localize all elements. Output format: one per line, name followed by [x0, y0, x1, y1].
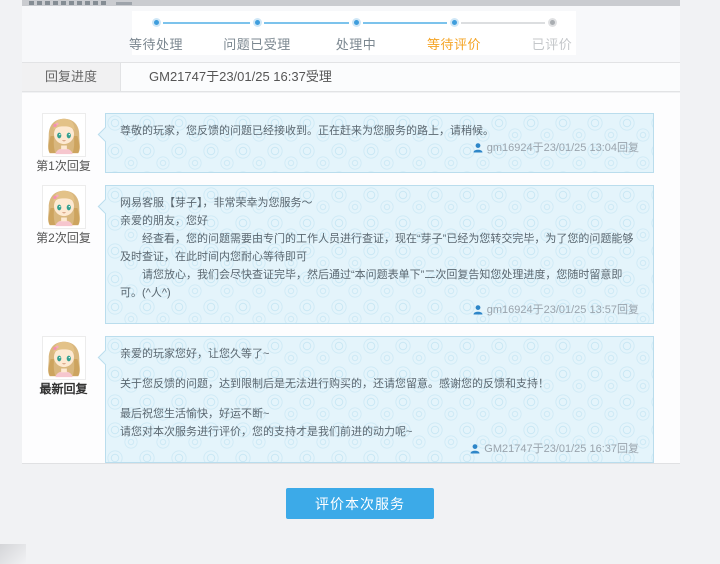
status-stepper-section: 等待处理 问题已受理 处理中 等待评价 已评价: [22, 6, 680, 63]
user-icon: [470, 444, 480, 454]
step-label: 处理中: [335, 37, 377, 52]
step-label: 已评价: [531, 37, 573, 52]
reply-sequence-label: 最新回复: [39, 382, 88, 396]
stepper-step: 已评价: [507, 18, 597, 53]
reply-list: 第1次回复 尊敬的玩家，您反馈的问题已经接收到。正在赶来为您服务的路上，请稍候。…: [22, 113, 680, 463]
reply-bubble: 网易客服【芽子】，非常荣幸为您服务～ 亲爱的朋友，您好 经查看，您的问题需要由专门…: [97, 185, 654, 324]
avatar-girl-icon: [42, 186, 85, 228]
step-dot-icon: [252, 18, 262, 27]
step-label: 等待评价: [426, 37, 481, 52]
reply-timestamp-text: GM21747于23/01/25 16:37回复: [484, 443, 639, 455]
message-line: 亲爱的玩家您好，让您久等了~: [120, 348, 270, 360]
step-dot-icon: [151, 18, 161, 27]
status-stepper: 等待处理 问题已受理 处理中 等待评价 已评价: [129, 11, 576, 55]
evaluate-service-button[interactable]: 评价本次服务: [286, 488, 434, 519]
message-line: [120, 363, 639, 375]
reply-timestamp: gm16924于23/01/25 13:57回复: [120, 302, 639, 318]
reply-side: 第1次回复: [22, 113, 105, 173]
customer-service-avatar: [41, 113, 86, 157]
reply-item: 最新回复 亲爱的玩家您好，让您久等了~ 关于您反馈的问题，达到限制后是无法进行购买…: [22, 336, 654, 463]
user-icon: [473, 143, 483, 153]
step-dot-icon: [547, 18, 557, 27]
reply-side: 第2次回复: [22, 185, 105, 324]
customer-service-avatar: [41, 336, 86, 380]
clipped-header-text: [116, 2, 132, 5]
reply-timestamp-text: gm16924于23/01/25 13:04回复: [486, 142, 639, 154]
reply-message: 亲爱的玩家您好，让您久等了~ 关于您反馈的问题，达到限制后是无法进行购买的，还请您…: [120, 345, 639, 441]
reply-item: 第1次回复 尊敬的玩家，您反馈的问题已经接收到。正在赶来为您服务的路上，请稍候。…: [22, 113, 654, 173]
message-line: 关于您反馈的问题，达到限制后是无法进行购买的，还请您留意。感谢您的反馈和支持！: [120, 378, 549, 390]
step-dot-icon: [449, 18, 459, 27]
message-line: 请您对本次服务进行评价，您的支持才是我们前进的动力呢~: [120, 426, 413, 438]
reply-sequence-label: 第2次回复: [36, 231, 91, 245]
reply-side: 最新回复: [22, 336, 105, 463]
reply-message: 网易客服【芽子】，非常荣幸为您服务～ 亲爱的朋友，您好 经查看，您的问题需要由专门…: [120, 194, 639, 302]
message-line: 尊敬的玩家，您反馈的问题已经接收到。正在赶来为您服务的路上，请稍候。: [120, 125, 494, 137]
reply-timestamp: gm16924于23/01/25 13:04回复: [120, 140, 639, 156]
customer-service-avatar: [41, 185, 86, 229]
reply-bubble: 尊敬的玩家，您反馈的问题已经接收到。正在赶来为您服务的路上，请稍候。 gm169…: [97, 113, 654, 173]
reply-timestamp-text: gm16924于23/01/25 13:57回复: [486, 304, 639, 316]
reply-message: 尊敬的玩家，您反馈的问题已经接收到。正在赶来为您服务的路上，请稍候。: [120, 122, 639, 140]
reply-panel: 第1次回复 尊敬的玩家，您反馈的问题已经接收到。正在赶来为您服务的路上，请稍候。…: [22, 93, 680, 464]
message-line: 请您放心，我们会尽快查证完毕，然后通过“本问题表单下”二次回复告知您处理进度，您…: [120, 269, 623, 299]
step-dot-icon: [351, 18, 361, 27]
step-label: 等待处理: [128, 37, 183, 52]
reply-timestamp: GM21747于23/01/25 16:37回复: [120, 441, 639, 457]
clipped-header-text: [29, 1, 107, 5]
message-line: [120, 393, 639, 405]
progress-row-value: GM21747于23/01/25 16:37受理: [149, 69, 332, 84]
progress-row-label: 回复进度: [22, 63, 121, 91]
reply-bubble: 亲爱的玩家您好，让您久等了~ 关于您反馈的问题，达到限制后是无法进行购买的，还请您…: [97, 336, 654, 463]
avatar-girl-icon: [42, 337, 85, 379]
message-line: 亲爱的朋友，您好: [120, 215, 208, 227]
message-line: 网易客服【芽子】，非常荣幸为您服务～: [120, 197, 313, 209]
progress-row: 回复进度 GM21747于23/01/25 16:37受理: [22, 62, 680, 92]
reply-item: 第2次回复 网易客服【芽子】，非常荣幸为您服务～ 亲爱的朋友，您好 经查看，您的问…: [22, 185, 654, 324]
step-label: 问题已受理: [223, 37, 291, 52]
reply-sequence-label: 第1次回复: [36, 159, 91, 173]
message-line: 最后祝您生活愉快，好运不断~: [120, 408, 270, 420]
message-line: 经查看，您的问题需要由专门的工作人员进行查证，现在“芽子”已经为您转交完毕，为了…: [120, 233, 634, 263]
user-icon: [473, 305, 483, 315]
avatar-girl-icon: [42, 114, 85, 156]
bottom-left-corner-shade: [0, 544, 26, 564]
